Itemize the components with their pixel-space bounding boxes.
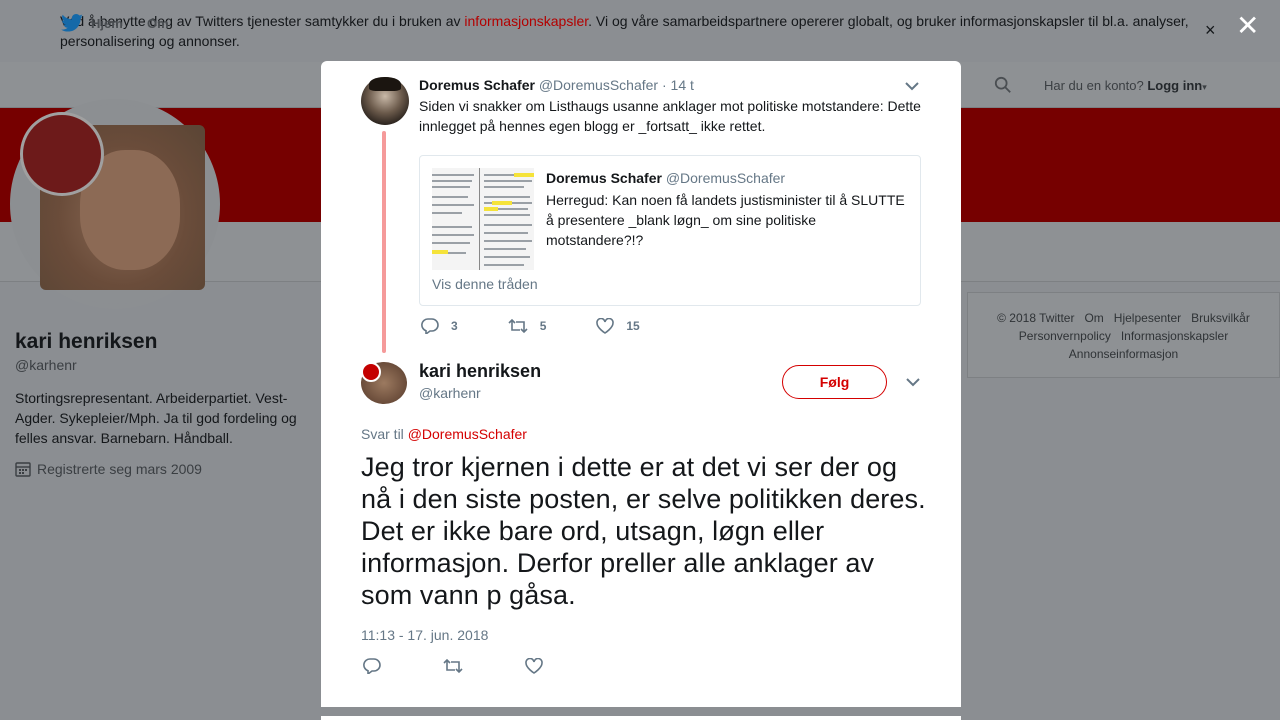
profile-handle[interactable]: @karhenr [15,357,77,373]
retweet-count: 5 [539,319,547,333]
reply-prefix: Svar til [361,426,408,442]
profile-bio: Stortingsrepresentant. Arbeiderpartiet. … [15,390,297,446]
chevron-down-icon[interactable] [906,377,920,387]
search-icon[interactable] [994,76,1012,94]
main-tweet-timestamp[interactable]: 11:13 - 17. jun. 2018 [361,627,488,643]
follow-button[interactable]: Følg [782,365,887,399]
quoted-tweet-card[interactable]: Doremus Schafer @DoremusSchafer Herregud… [419,155,921,306]
profile-joined-text: Registrerte seg mars 2009 [37,461,202,477]
heart-icon [525,658,543,674]
reply-button[interactable]: 3 [421,318,458,334]
retweet-icon [508,318,528,334]
footer-link-privacy[interactable]: Personvernpolicy [1019,329,1111,343]
calendar-icon [15,462,31,477]
parent-tweet-time[interactable]: · 14 t [662,77,694,93]
parent-tweet-avatar-hat [369,77,401,91]
nav-home-label: Hjem [91,15,123,31]
rose-logo-icon [20,112,104,196]
quoted-tweet-image[interactable] [432,168,534,270]
profile-name[interactable]: kari henriksen [15,330,157,354]
main-tweet-text: Jeg tror kjernen i dette er at det vi se… [361,452,926,610]
footer-links: © 2018 Twitter Om Hjelpesenter Bruksvilkår … [967,292,1280,378]
cookie-banner: Ved å benytte deg av Twitters tjenester … [0,0,1280,62]
parent-tweet-author[interactable]: Doremus Schafer [419,77,535,93]
account-prompt-text: Har du en konto? [1044,78,1144,93]
heart-icon [596,318,615,334]
footer-link-help[interactable]: Hjelpesenter [1114,311,1181,325]
modal-next-section [321,716,961,720]
parent-tweet-handle[interactable]: @DoremusSchafer [539,77,658,93]
profile-joined: Registrerte seg mars 2009 [15,461,202,477]
retweet-button[interactable]: 5 [508,318,547,334]
reply-context: Svar til @DoremusSchafer [361,426,527,442]
retweet-button[interactable] [443,658,463,674]
close-icon[interactable]: ✕ [1236,12,1259,40]
footer-link-terms[interactable]: Bruksvilkår [1191,311,1250,325]
show-thread-link[interactable]: Vis denne tråden [432,276,538,292]
parent-tweet-actions: 3 5 15 [421,318,690,334]
like-button[interactable]: 15 [596,318,640,334]
cookie-policy-link[interactable]: informasjonskapsler [464,13,588,29]
like-button[interactable] [525,658,543,674]
quoted-tweet-header: Doremus Schafer @DoremusSchafer [546,170,785,186]
reply-count: 3 [451,319,458,333]
footer-copyright: © 2018 Twitter [997,311,1075,325]
nav-about-link[interactable]: Om [147,16,169,31]
footer-link-ads[interactable]: Annonseinformasjon [1069,347,1178,361]
cookie-close-icon[interactable]: × [1205,21,1221,39]
parent-tweet-header: Doremus Schafer @DoremusSchafer · 14 t [419,77,694,93]
main-tweet-handle[interactable]: @karhenr [419,385,481,401]
main-tweet-actions [363,658,605,674]
quoted-tweet-author: Doremus Schafer [546,170,662,186]
rose-badge-icon [361,362,381,382]
twitter-bird-icon [61,14,83,32]
nav-home-link[interactable]: Hjem [61,14,123,32]
thread-connector-line [382,131,386,353]
caret-down-icon[interactable]: ▾ [1202,82,1207,92]
tweet-permalink-modal: Doremus Schafer @DoremusSchafer · 14 t S… [321,61,961,707]
reply-icon [421,318,439,334]
main-tweet-author[interactable]: kari henriksen [419,361,541,382]
like-count: 15 [626,319,640,333]
account-prompt: Har du en konto? Logg inn▾ [1044,78,1207,93]
footer-link-cookies[interactable]: Informasjonskapsler [1121,329,1228,343]
reply-button[interactable] [363,658,381,674]
parent-tweet-text: Siden vi snakker om Listhaugs usanne ank… [419,98,921,134]
footer-link-about[interactable]: Om [1084,311,1103,325]
reply-to-link[interactable]: @DoremusSchafer [408,426,527,442]
chevron-down-icon[interactable] [905,81,919,91]
login-link[interactable]: Logg inn [1147,78,1202,93]
quoted-tweet-handle: @DoremusSchafer [665,170,786,186]
quoted-tweet-text: Herregud: Kan noen få landets justismini… [546,192,905,248]
retweet-icon [443,658,463,674]
reply-icon [363,658,381,674]
